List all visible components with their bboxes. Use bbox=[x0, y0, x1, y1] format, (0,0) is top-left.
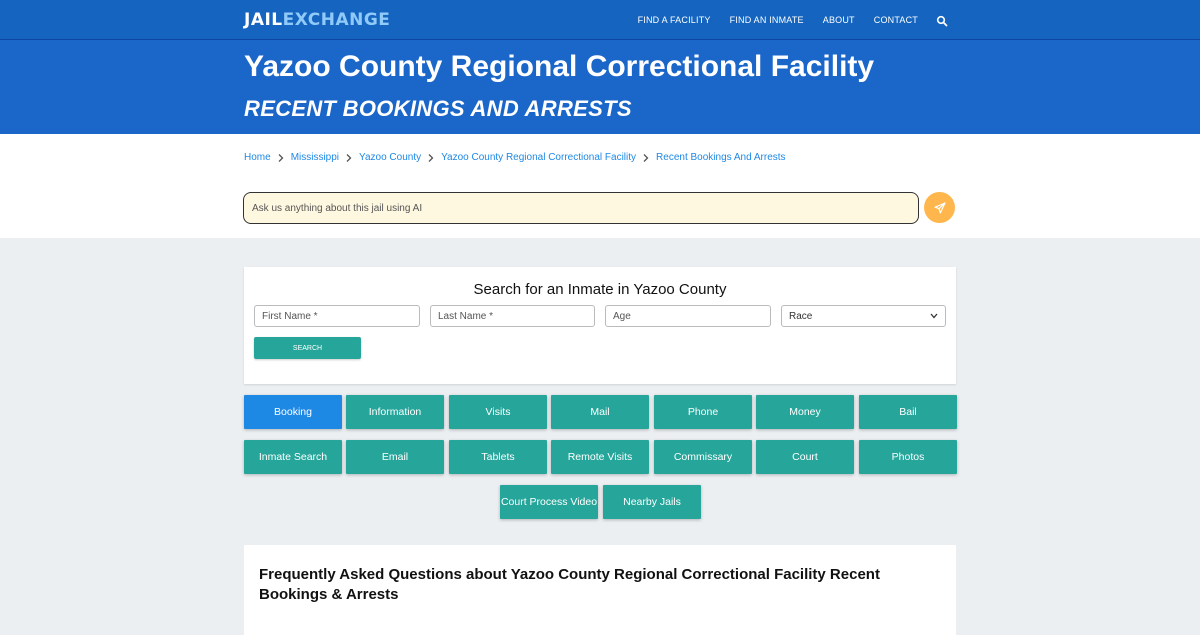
nav-about[interactable]: ABOUT bbox=[823, 15, 855, 25]
tile-nearby-jails[interactable]: Nearby Jails bbox=[603, 485, 701, 519]
faq-section: Frequently Asked Questions about Yazoo C… bbox=[244, 545, 956, 635]
breadcrumb: Home Mississippi Yazoo County Yazoo Coun… bbox=[244, 152, 786, 163]
tile-phone[interactable]: Phone bbox=[654, 395, 752, 429]
age-field[interactable] bbox=[605, 305, 771, 327]
faq-title: Frequently Asked Questions about Yazoo C… bbox=[259, 566, 880, 603]
first-name-field[interactable] bbox=[254, 305, 420, 327]
page-title-subtitle: RECENT BOOKINGS AND ARRESTS bbox=[244, 96, 632, 121]
tile-commissary[interactable]: Commissary bbox=[654, 440, 752, 474]
search-icon[interactable] bbox=[936, 14, 948, 27]
tile-photos[interactable]: Photos bbox=[859, 440, 957, 474]
tile-information[interactable]: Information bbox=[346, 395, 444, 429]
chevron-right-icon bbox=[642, 153, 650, 163]
breadcrumb-section: Home Mississippi Yazoo County Yazoo Coun… bbox=[0, 134, 1200, 238]
nav-contact[interactable]: CONTACT bbox=[874, 15, 918, 25]
tile-money[interactable]: Money bbox=[756, 395, 854, 429]
hero-banner: Yazoo County Regional Correctional Facil… bbox=[0, 40, 1200, 134]
breadcrumb-state[interactable]: Mississippi bbox=[291, 152, 339, 163]
logo-text-jail: JAIL bbox=[244, 10, 283, 30]
chevron-right-icon bbox=[427, 153, 435, 163]
tile-email[interactable]: Email bbox=[346, 440, 444, 474]
ai-send-button[interactable] bbox=[924, 192, 955, 223]
chevron-right-icon bbox=[277, 153, 285, 163]
nav-find-facility[interactable]: FIND A FACILITY bbox=[638, 15, 711, 25]
breadcrumb-facility[interactable]: Yazoo County Regional Correctional Facil… bbox=[441, 152, 636, 163]
race-select[interactable]: Race bbox=[781, 305, 946, 327]
site-logo[interactable]: JAILEXCHANGE bbox=[244, 10, 390, 30]
breadcrumb-current[interactable]: Recent Bookings And Arrests bbox=[656, 152, 786, 163]
last-name-field[interactable] bbox=[430, 305, 595, 327]
chevron-down-icon bbox=[930, 313, 938, 319]
page-title-main: Yazoo County Regional Correctional Facil… bbox=[244, 50, 875, 83]
search-button[interactable]: SEARCH bbox=[254, 337, 361, 359]
tile-court[interactable]: Court bbox=[756, 440, 854, 474]
inmate-search-title: Search for an Inmate in Yazoo County bbox=[473, 281, 727, 298]
tile-bail[interactable]: Bail bbox=[859, 395, 957, 429]
tile-inmate-search[interactable]: Inmate Search bbox=[244, 440, 342, 474]
nav-find-inmate[interactable]: FIND AN INMATE bbox=[730, 15, 804, 25]
main-nav: FIND A FACILITY FIND AN INMATE ABOUT CON… bbox=[619, 0, 948, 40]
tile-mail[interactable]: Mail bbox=[551, 395, 649, 429]
tile-booking[interactable]: Booking bbox=[244, 395, 342, 429]
breadcrumb-home[interactable]: Home bbox=[244, 152, 271, 163]
inmate-search-card: Search for an Inmate in Yazoo County Rac… bbox=[244, 267, 956, 384]
logo-text-exchange: EXCHANGE bbox=[282, 10, 391, 30]
top-navbar: JAILEXCHANGE FIND A FACILITY FIND AN INM… bbox=[0, 0, 1200, 40]
ai-question-input[interactable] bbox=[243, 192, 919, 224]
tile-tablets[interactable]: Tablets bbox=[449, 440, 547, 474]
race-select-value: Race bbox=[789, 310, 813, 322]
chevron-right-icon bbox=[345, 153, 353, 163]
tile-visits[interactable]: Visits bbox=[449, 395, 547, 429]
tile-court-process-video[interactable]: Court Process Video bbox=[500, 485, 598, 519]
page-title: Yazoo County Regional Correctional Facil… bbox=[244, 48, 944, 130]
send-icon bbox=[933, 201, 946, 213]
breadcrumb-county[interactable]: Yazoo County bbox=[359, 152, 421, 163]
tile-remote-visits[interactable]: Remote Visits bbox=[551, 440, 649, 474]
